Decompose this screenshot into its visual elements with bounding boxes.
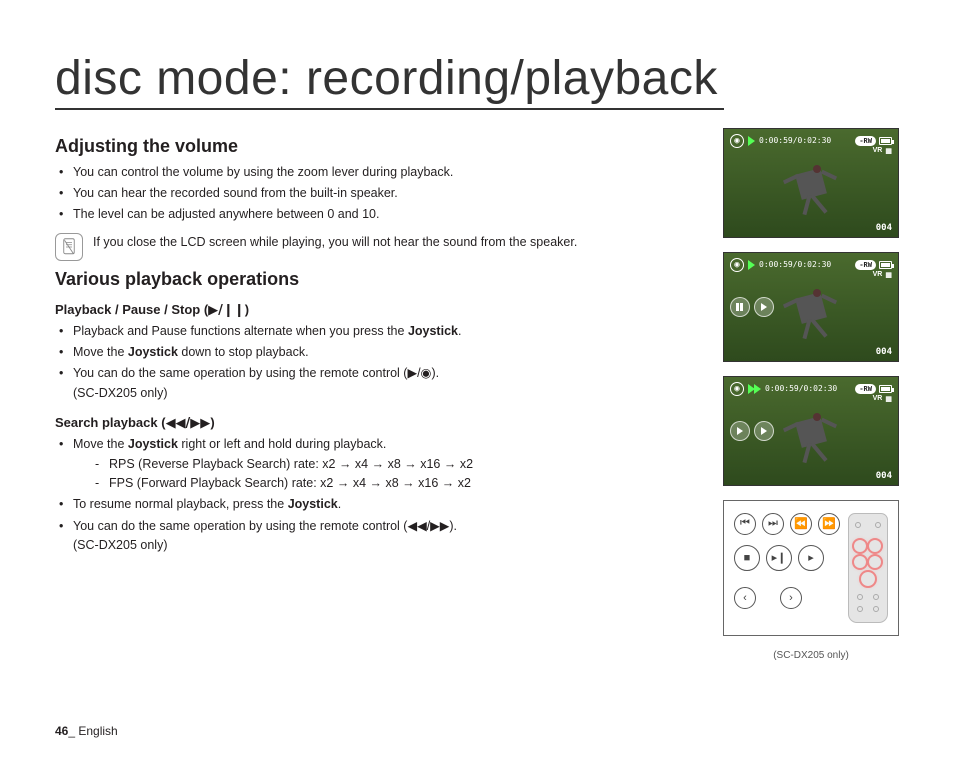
grid-icon: ▦ [885, 271, 892, 279]
osd-next-icon [754, 421, 774, 441]
dash-item: FPS (Forward Playback Search) rate: x2 →… [95, 474, 699, 493]
heading-operations: Various playback operations [55, 269, 699, 290]
volume-bullets: You can control the volume by using the … [55, 163, 699, 225]
remote-device-icon [848, 513, 888, 623]
page-title: disc mode: recording/playback [55, 50, 724, 110]
remote-stop-icon: ■ [734, 545, 760, 571]
osd-next-icon [754, 297, 774, 317]
remote-diagram: ⏮ ⏭ ⏪ ⏩ ■ ▸❙ ▸ ‹ › [723, 500, 899, 636]
note-text: If you close the LCD screen while playin… [93, 233, 577, 252]
remote-slow-icon: ▸ [798, 545, 824, 571]
clip-number: 004 [876, 223, 892, 233]
bullet-item: To resume normal playback, press the Joy… [55, 495, 699, 514]
bullet-item: You can hear the recorded sound from the… [55, 184, 699, 203]
clip-number: 004 [876, 471, 892, 481]
clip-number: 004 [876, 347, 892, 357]
screenshot-search: ◉ 0:00:59/0:02:30 -RW VR ▦ 004 [723, 376, 899, 486]
osd-controls [730, 297, 774, 317]
osd-controls [730, 421, 774, 441]
playpause-bullets: Playback and Pause functions alternate w… [55, 322, 699, 404]
dash-item: RPS (Reverse Playback Search) rate: x2 →… [95, 455, 699, 474]
main-content: Adjusting the volume You can control the… [55, 128, 699, 661]
subheading-playpause: Playback / Pause / Stop (▶/❙❙) [55, 302, 699, 318]
remote-rps-icon: ⏪ [790, 513, 812, 535]
screenshot-playback: ◉ 0:00:59/0:02:30 -RW VR ▦ 004 [723, 128, 899, 238]
osd-pause-icon [730, 297, 750, 317]
bullet-item: Move the Joystick right or left and hold… [55, 435, 699, 493]
mode-badge: VR [873, 271, 883, 278]
page-footer: 46_ English [55, 724, 118, 738]
bullet-item: The level can be adjusted anywhere betwe… [55, 205, 699, 224]
bullet-item: You can do the same operation by using t… [55, 517, 699, 556]
remote-right-icon: › [780, 587, 802, 609]
bullet-item: You can do the same operation by using t… [55, 364, 699, 403]
bullet-item: You can control the volume by using the … [55, 163, 699, 182]
search-bullets: Move the Joystick right or left and hold… [55, 435, 699, 555]
subheading-search: Search playback (◀◀/▶▶) [55, 415, 699, 431]
remote-caption: (SC-DX205 only) [723, 650, 899, 661]
remote-fwd-icon: ⏭ [762, 513, 784, 535]
bullet-item: Playback and Pause functions alternate w… [55, 322, 699, 341]
remote-left-icon: ‹ [734, 587, 756, 609]
side-illustrations: ◉ 0:00:59/0:02:30 -RW VR ▦ 004 ◉ [723, 128, 899, 661]
remote-play-icon: ▸❙ [766, 545, 792, 571]
heading-volume: Adjusting the volume [55, 136, 699, 157]
mode-badge: VR [873, 147, 883, 154]
osd-play-icon [730, 421, 750, 441]
bullet-item: Move the Joystick down to stop playback. [55, 343, 699, 362]
remote-fps-icon: ⏩ [818, 513, 840, 535]
remote-rew-icon: ⏮ [734, 513, 756, 535]
note-icon [55, 233, 83, 261]
mode-badge: VR [873, 395, 883, 402]
screenshot-pause: ◉ 0:00:59/0:02:30 -RW VR ▦ 004 [723, 252, 899, 362]
note-row: If you close the LCD screen while playin… [55, 233, 699, 261]
grid-icon: ▦ [885, 395, 892, 403]
grid-icon: ▦ [885, 147, 892, 155]
